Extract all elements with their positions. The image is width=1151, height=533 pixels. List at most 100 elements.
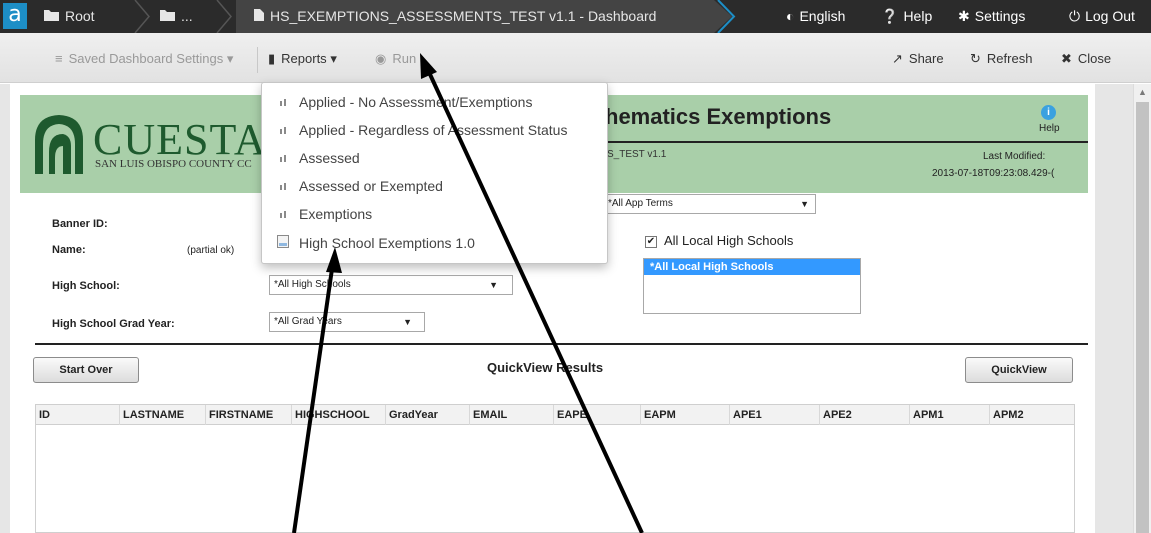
- scroll-up-icon[interactable]: ▲: [1134, 84, 1151, 101]
- breadcrumb-separator: [216, 0, 232, 33]
- column-header[interactable]: APM2: [990, 405, 1074, 425]
- close-button[interactable]: ✖ Close: [1061, 51, 1111, 67]
- dashboard-file-name: S_TEST v1.1: [607, 149, 667, 160]
- menu-item-assessed[interactable]: Assessed: [262, 144, 607, 172]
- file-icon: ▮: [268, 51, 276, 66]
- local-high-schools-option[interactable]: *All Local High Schools: [644, 259, 860, 275]
- title-divider: [598, 141, 1088, 143]
- report-icon: [280, 155, 286, 162]
- saved-settings-button[interactable]: ≡ Saved Dashboard Settings ▾: [55, 51, 233, 67]
- share-button[interactable]: ↗ Share: [892, 51, 944, 67]
- grad-year-label: High School Grad Year:: [52, 318, 175, 330]
- document-icon: [277, 235, 289, 248]
- menu-item-label: Applied - No Assessment/Exemptions: [299, 94, 533, 110]
- saved-settings-label: Saved Dashboard Settings: [68, 51, 224, 66]
- chevron-down-icon: ▼: [403, 317, 412, 327]
- share-icon: ↗: [892, 51, 903, 66]
- last-modified-label: Last Modified:: [983, 151, 1046, 162]
- column-header[interactable]: FIRSTNAME: [206, 405, 292, 425]
- share-label: Share: [908, 51, 944, 66]
- quickview-button[interactable]: QuickView: [965, 357, 1073, 383]
- report-icon: [280, 183, 286, 190]
- grad-year-value: *All Grad Years: [274, 316, 342, 327]
- menu-item-label: Applied - Regardless of Assessment Statu…: [299, 122, 568, 138]
- breadcrumb-dashboard[interactable]: HS_EXEMPTIONS_ASSESSMENTS_TEST v1.1 - Da…: [236, 0, 714, 33]
- breadcrumb-separator: [134, 0, 150, 33]
- reports-label: Reports: [281, 51, 327, 66]
- folder-icon: [160, 0, 175, 33]
- play-circle-icon: ◉: [375, 51, 387, 66]
- results-grid: ID LASTNAME FIRSTNAME HIGHSCHOOL GradYea…: [35, 404, 1075, 533]
- column-header[interactable]: GradYear: [386, 405, 470, 425]
- app-terms-select[interactable]: *All App Terms ▼: [603, 194, 816, 214]
- column-header[interactable]: ID: [36, 405, 120, 425]
- name-hint: (partial ok): [187, 245, 235, 256]
- folder-icon: [44, 0, 59, 33]
- college-subtitle: SAN LUIS OBISPO COUNTY CC: [95, 158, 252, 170]
- settings-button[interactable]: ✱ Settings: [958, 0, 1025, 33]
- breadcrumb-ellipsis-label: ...: [181, 8, 193, 24]
- local-high-schools-list[interactable]: *All Local High Schools: [643, 258, 861, 314]
- breadcrumb-dashboard-label: HS_EXEMPTIONS_ASSESSMENTS_TEST v1.1 - Da…: [270, 8, 657, 24]
- high-school-select[interactable]: *All High Schools ▼: [269, 275, 513, 295]
- results-grid-header: ID LASTNAME FIRSTNAME HIGHSCHOOL GradYea…: [36, 405, 1074, 425]
- dashboard-toolbar: ≡ Saved Dashboard Settings ▾ ▮ Reports ▾ ◉…: [0, 33, 1151, 83]
- close-label: Close: [1077, 51, 1112, 66]
- high-school-label: High School:: [52, 280, 120, 292]
- gear-icon: ✱: [958, 8, 970, 24]
- column-header[interactable]: APE2: [820, 405, 910, 425]
- header-help-link[interactable]: Help: [1039, 123, 1060, 134]
- column-header[interactable]: APM1: [910, 405, 990, 425]
- app-terms-value: *All App Terms: [608, 198, 673, 209]
- column-header[interactable]: EAPE: [554, 405, 641, 425]
- question-icon: ❔: [881, 8, 899, 24]
- breadcrumb-root[interactable]: Root: [44, 0, 95, 33]
- power-icon: ⏻: [1069, 8, 1081, 24]
- name-label: Name:: [52, 244, 86, 256]
- file-icon: [254, 0, 264, 33]
- info-icon[interactable]: i: [1041, 105, 1056, 120]
- breadcrumb-ellipsis[interactable]: ...: [160, 0, 193, 33]
- breadcrumb-root-label: Root: [65, 8, 95, 24]
- breadcrumb-end-arrow: [714, 0, 736, 33]
- app-logo[interactable]: a: [3, 3, 27, 29]
- refresh-icon: ↻: [970, 51, 981, 66]
- menu-item-assessed-or-exempted[interactable]: Assessed or Exempted: [262, 172, 607, 200]
- start-over-button[interactable]: Start Over: [33, 357, 139, 383]
- help-button[interactable]: ❔ Help: [881, 0, 932, 33]
- refresh-label: Refresh: [986, 51, 1033, 66]
- grad-year-select[interactable]: *All Grad Years ▼: [269, 312, 425, 332]
- language-button[interactable]: ◐ English: [786, 0, 845, 33]
- menu-item-high-school-exemptions[interactable]: High School Exemptions 1.0: [262, 229, 607, 257]
- menu-item-applied-no-assessment[interactable]: Applied - No Assessment/Exemptions: [262, 88, 607, 116]
- refresh-button[interactable]: ↻ Refresh: [970, 51, 1032, 67]
- frame-margin: [1095, 84, 1133, 533]
- run-button[interactable]: ◉ Run: [375, 51, 416, 67]
- settings-label: Settings: [974, 8, 1026, 24]
- column-header[interactable]: HIGHSCHOOL: [292, 405, 386, 425]
- logout-button[interactable]: ⏻ Log Out: [1069, 0, 1135, 33]
- scroll-thumb[interactable]: [1136, 102, 1149, 533]
- college-logo-icon: [35, 115, 83, 174]
- menu-item-label: High School Exemptions 1.0: [299, 235, 475, 251]
- form-divider: [35, 343, 1088, 345]
- chevron-down-icon: ▼: [800, 199, 809, 209]
- run-label: Run: [392, 51, 417, 66]
- vertical-scrollbar[interactable]: ▲: [1133, 84, 1151, 533]
- language-label: English: [799, 8, 846, 24]
- menu-item-label: Exemptions: [299, 206, 373, 222]
- column-header[interactable]: EAPM: [641, 405, 730, 425]
- high-school-value: *All High Schools: [274, 279, 351, 290]
- menu-item-applied-regardless[interactable]: Applied - Regardless of Assessment Statu…: [262, 116, 607, 144]
- reports-button[interactable]: ▮ Reports ▾: [268, 51, 337, 67]
- column-header[interactable]: EMAIL: [470, 405, 554, 425]
- all-local-checkbox-label: All Local High Schools: [664, 233, 794, 248]
- help-label: Help: [903, 8, 933, 24]
- logout-label: Log Out: [1085, 8, 1135, 24]
- column-header[interactable]: APE1: [730, 405, 820, 425]
- menu-item-exemptions[interactable]: Exemptions: [262, 200, 607, 228]
- column-header[interactable]: LASTNAME: [120, 405, 206, 425]
- caret-down-icon: ▾: [330, 51, 337, 66]
- dashboard-title: hematics Exemptions: [605, 104, 832, 129]
- all-local-checkbox[interactable]: ✔: [645, 236, 657, 248]
